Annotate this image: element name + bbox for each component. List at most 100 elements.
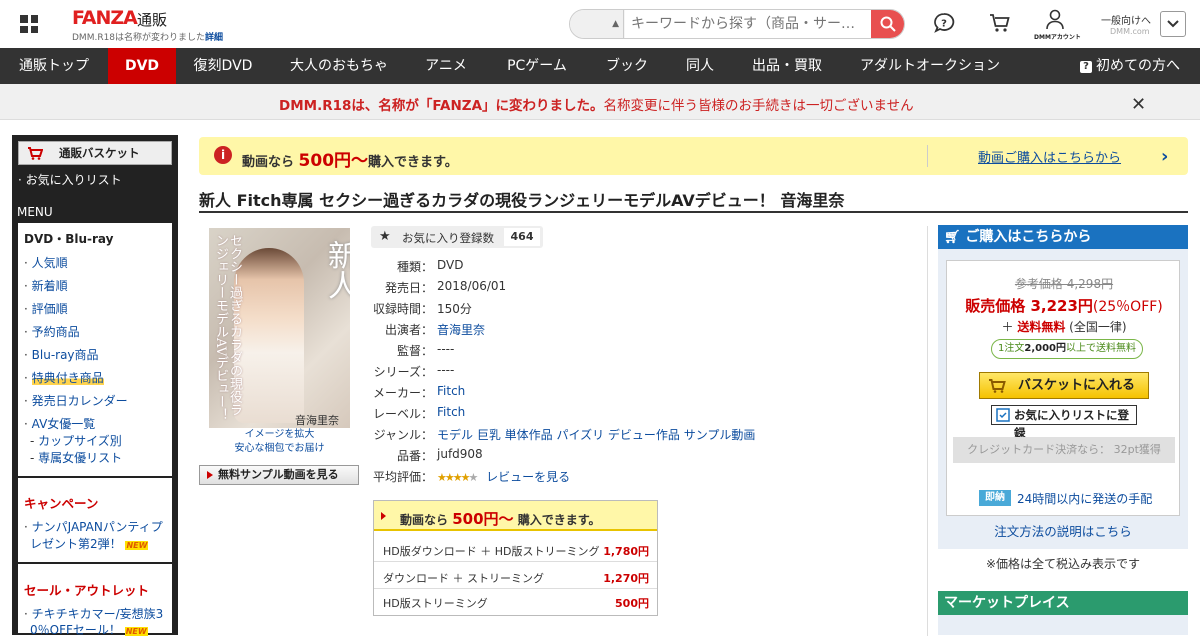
video-offer-box: 動画なら 500円〜 購入できます。 HD版ダウンロード ＋ HD版ストリーミン… bbox=[373, 500, 658, 616]
sidebar-favorites-link[interactable]: · お気に入りリスト bbox=[18, 171, 122, 188]
nav-pc-game[interactable]: PCゲーム bbox=[484, 48, 590, 84]
menu-link-newest[interactable]: · 新着順 bbox=[24, 277, 68, 294]
offer-post: 購入できます。 bbox=[517, 513, 601, 527]
maker-link[interactable]: Fitch bbox=[437, 384, 465, 398]
nav-otona-omocha[interactable]: 大人のおもちゃ bbox=[270, 48, 408, 84]
shipping-time-note[interactable]: 24時間以内に発送の手配 bbox=[1017, 490, 1152, 507]
menu-link-popular[interactable]: · 人気順 bbox=[24, 254, 68, 271]
account-label[interactable]: DMMアカウント bbox=[1034, 32, 1081, 41]
basket-label: 通販バスケット bbox=[59, 146, 140, 160]
rating-stars: ★★★★★ bbox=[437, 471, 478, 484]
campaign-link-label: ナンパJAPANパンティプ bbox=[31, 520, 163, 534]
menu-link-rating[interactable]: · 評価順 bbox=[24, 300, 68, 317]
nav-help[interactable]: ? 初めての方へ bbox=[1070, 48, 1190, 84]
add-to-basket-button[interactable]: バスケットに入れる bbox=[979, 372, 1149, 399]
menu-link-actress[interactable]: · AV女優一覧 bbox=[24, 415, 95, 432]
offer-pre: 動画なら bbox=[400, 513, 449, 527]
sale-price-value: 3,223円 bbox=[1030, 297, 1093, 315]
nav-anime[interactable]: アニメ bbox=[408, 48, 484, 84]
offer-row-download[interactable]: ダウンロード ＋ ストリーミング 1,270円 bbox=[374, 564, 657, 589]
spec-value-performer: 音海里奈 bbox=[437, 321, 485, 338]
spec-key: シリーズ： bbox=[373, 365, 433, 379]
dmm-com-label: DMM.com bbox=[1110, 27, 1150, 36]
nav-book[interactable]: ブック bbox=[590, 48, 664, 84]
genre-links[interactable]: モデル 巨乳 単体作品 パイズリ デビュー作品 サンプル動画 bbox=[437, 428, 755, 442]
menu-box: DVD・Blu-ray · 人気順 · 新着順 · 評価順 · 予約商品 · B… bbox=[18, 223, 172, 637]
packaging-note[interactable]: 安心な梱包でお届け bbox=[209, 442, 350, 456]
review-link[interactable]: レビューを見る bbox=[486, 470, 570, 484]
spec-key: 種類： bbox=[396, 260, 433, 274]
performer-link[interactable]: 音海里奈 bbox=[437, 323, 485, 337]
purchase-gift-icon: 🛒︎ bbox=[944, 230, 961, 245]
menu-divider bbox=[18, 476, 172, 478]
menu-link-label: 特典付き商品 bbox=[31, 371, 104, 385]
title-underline bbox=[199, 211, 1188, 213]
cover-figure bbox=[234, 248, 304, 423]
menu-sublink-exclusive[interactable]: - 専属女優リスト bbox=[30, 449, 122, 466]
rename-notice: DMM.R18は、名称が「FANZA」に変わりました。名称変更に伴う皆様のお手続… bbox=[0, 84, 1200, 120]
marketplace-panel bbox=[938, 615, 1188, 635]
purchase-title: ご購入はこちらから bbox=[965, 229, 1092, 245]
offer-row-hd-streaming[interactable]: HD版ストリーミング 500円 bbox=[374, 589, 657, 614]
menu-link-bonus[interactable]: · 特典付き商品 bbox=[24, 369, 104, 386]
app-grid-icon[interactable] bbox=[20, 15, 38, 33]
enlarge-link[interactable]: イメージを拡大 bbox=[209, 428, 350, 442]
tax-note: ※価格は全て税込み表示です bbox=[985, 557, 1141, 571]
cover-caption[interactable]: イメージを拡大 安心な梱包でお届け bbox=[209, 428, 350, 456]
search-button[interactable] bbox=[871, 10, 904, 38]
name-change-detail-link[interactable]: 詳細 bbox=[205, 33, 223, 43]
free-pre: 1注文 bbox=[997, 343, 1025, 354]
offer-row-name: ダウンロード ＋ ストリーミング bbox=[383, 572, 544, 585]
product-cover-image[interactable]: セクシー過ぎるカラダの現役ランジェリーモデルAVデビュー！ 新人 音海里奈 bbox=[209, 228, 350, 428]
video-purchase-link[interactable]: 動画ご購入はこちらから bbox=[978, 147, 1121, 166]
header: FANZA 通販 DMM.R18は名称が変わりました詳細 ▲ ? DMMアカウン… bbox=[0, 0, 1200, 48]
menu-sublink-label: カップサイズ別 bbox=[38, 434, 122, 448]
site-switch-dropdown[interactable] bbox=[1160, 11, 1186, 37]
notice-bold: DMM.R18は、名称が「FANZA」に変わりました。 bbox=[279, 98, 604, 114]
cart-icon[interactable] bbox=[989, 12, 1011, 34]
nav-tsuhan-top[interactable]: 通販トップ bbox=[0, 48, 108, 84]
close-icon[interactable]: ✕ bbox=[1131, 94, 1146, 115]
nav-doujin[interactable]: 同人 bbox=[664, 48, 736, 84]
wishlist-label: お気に入りリストに登録 bbox=[1014, 408, 1129, 440]
add-to-wishlist-button[interactable]: お気に入りリストに登録 bbox=[991, 405, 1137, 440]
basket-button[interactable]: 通販バスケット bbox=[18, 141, 172, 165]
menu-link-calendar[interactable]: · 発売日カレンダー bbox=[24, 392, 128, 409]
search-category-select[interactable]: ▲ bbox=[570, 10, 624, 38]
menu-sublink-cup[interactable]: - カップサイズ別 bbox=[30, 432, 122, 449]
order-guide-link[interactable]: 注文方法の説明はこちら bbox=[938, 521, 1188, 540]
nav-dvd[interactable]: DVD bbox=[108, 48, 176, 84]
label-link[interactable]: Fitch bbox=[437, 405, 465, 419]
spec-value-series: ---- bbox=[437, 363, 455, 377]
column-divider bbox=[927, 226, 928, 636]
campaign-link[interactable]: · ナンパJAPANパンティプ bbox=[24, 518, 163, 535]
nav-adult-auction[interactable]: アダルトオークション bbox=[838, 48, 1022, 84]
spec-key: 品番： bbox=[396, 449, 433, 463]
nav-shuppin-kaitori[interactable]: 出品・買取 bbox=[736, 48, 838, 84]
offer-header[interactable]: 動画なら 500円〜 購入できます。 bbox=[374, 501, 657, 531]
account-icon[interactable] bbox=[1045, 9, 1065, 31]
sale-link-label-2: 0％OFFセール！ bbox=[30, 623, 121, 637]
free-shipping-threshold: 1注文2,000円以上で送料無料 bbox=[991, 339, 1143, 359]
sale-link-label: チキチキカマー/妄想族3 bbox=[31, 607, 164, 621]
general-link[interactable]: 一般向けへ bbox=[1101, 12, 1151, 27]
campaign-link-cont[interactable]: レゼント第2弾！ NEW bbox=[30, 535, 149, 552]
nav-fukkoku-dvd[interactable]: 復刻DVD bbox=[176, 48, 270, 84]
free-sample-button[interactable]: 無料サンプル動画を見る bbox=[199, 465, 359, 485]
spec-key: 出演者： bbox=[384, 323, 433, 337]
spec-key: 発売日： bbox=[384, 281, 433, 295]
help-icon[interactable]: ? bbox=[933, 12, 955, 34]
offer-row-hd-download[interactable]: HD版ダウンロード ＋ HD版ストリーミング 1,780円 bbox=[374, 537, 657, 562]
banner-divider bbox=[927, 145, 928, 167]
sale-link[interactable]: · チキチキカマー/妄想族3 bbox=[24, 605, 163, 622]
wishlist-icon bbox=[996, 408, 1010, 422]
chevron-right-icon[interactable]: › bbox=[1161, 146, 1168, 167]
search-icon bbox=[880, 16, 896, 32]
name-change-note: DMM.R18は名称が変わりました詳細 bbox=[72, 30, 223, 43]
menu-link-preorder[interactable]: · 予約商品 bbox=[24, 323, 80, 340]
offer-row-name: HD版ストリーミング bbox=[383, 597, 488, 610]
search-input[interactable] bbox=[625, 10, 873, 38]
fanza-logo[interactable]: FANZA bbox=[72, 7, 138, 29]
credit-card-points: クレジットカード決済なら： 32pt獲得 bbox=[953, 437, 1175, 463]
menu-link-bluray[interactable]: · Blu-ray商品 bbox=[24, 346, 99, 363]
